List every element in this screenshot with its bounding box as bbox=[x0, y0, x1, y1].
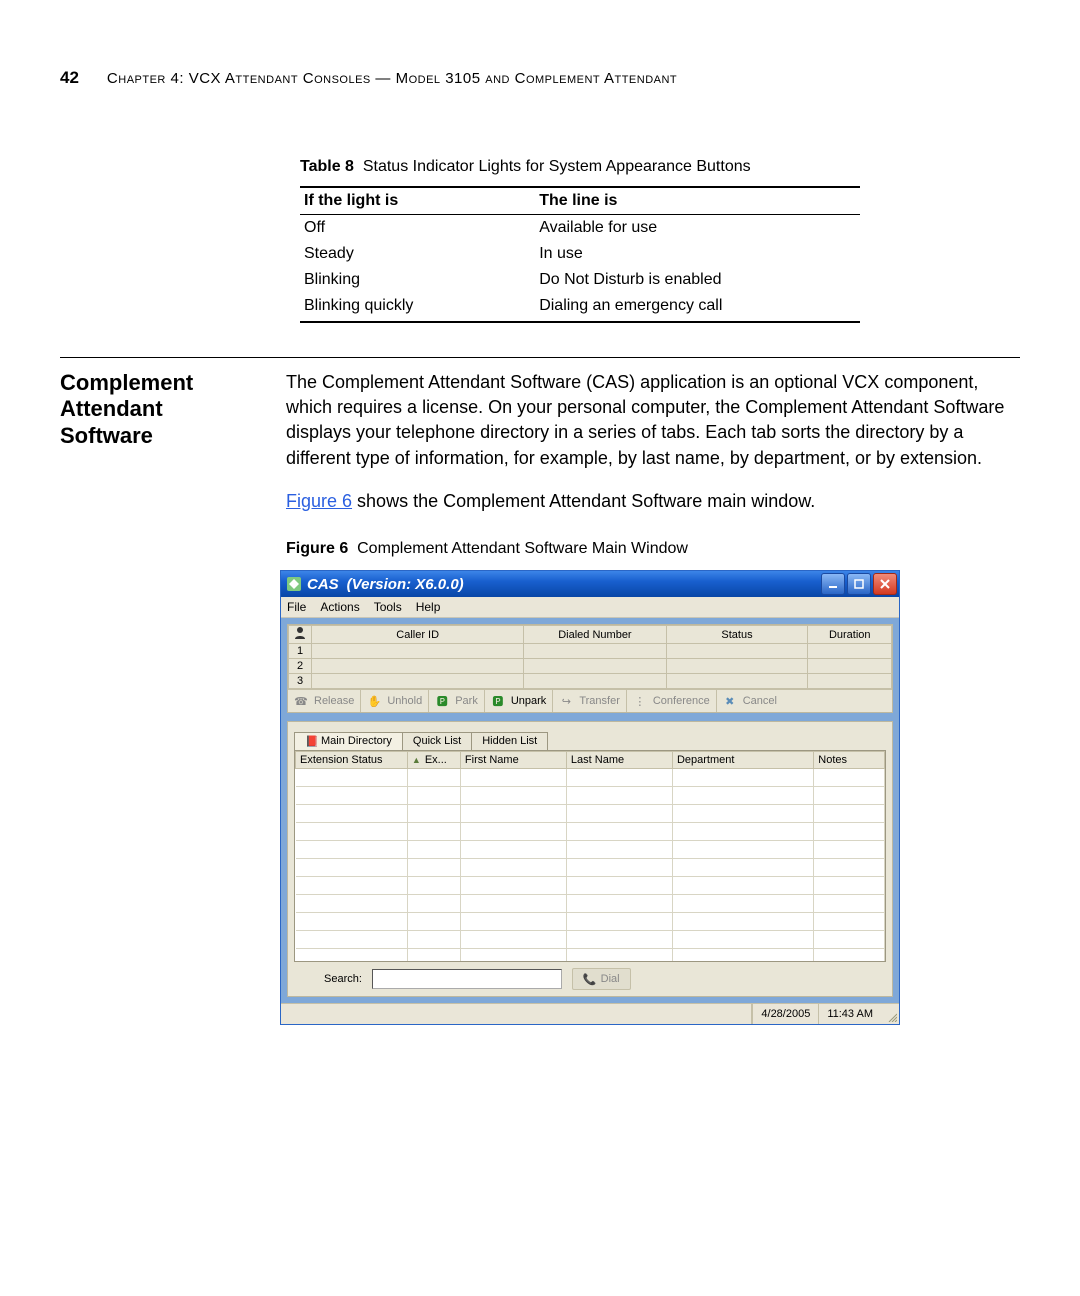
search-label: Search: bbox=[324, 973, 362, 985]
tab-main-directory[interactable]: 📕Main Directory bbox=[294, 732, 403, 750]
window-title-version: (Version: X6.0.0) bbox=[347, 576, 464, 593]
col-department[interactable]: Department bbox=[672, 752, 813, 769]
tab-hidden-list[interactable]: Hidden List bbox=[471, 732, 548, 750]
table-row: OffAvailable for use bbox=[300, 215, 860, 242]
table-row: SteadyIn use bbox=[300, 241, 860, 267]
table-row[interactable] bbox=[296, 859, 885, 877]
transfer-button[interactable]: ↪Transfer bbox=[553, 690, 627, 712]
section-para2: Figure 6 shows the Complement Attendant … bbox=[286, 489, 1020, 514]
divider bbox=[60, 357, 1020, 358]
col-duration[interactable]: Duration bbox=[808, 626, 892, 644]
table8: If the light is The line is OffAvailable… bbox=[300, 186, 860, 323]
tab-quick-list[interactable]: Quick List bbox=[402, 732, 472, 750]
col-last-name[interactable]: Last Name bbox=[566, 752, 672, 769]
table-row[interactable] bbox=[296, 913, 885, 931]
col-dialed-number[interactable]: Dialed Number bbox=[524, 626, 666, 644]
section-para1: The Complement Attendant Software (CAS) … bbox=[286, 370, 1020, 471]
unhold-button[interactable]: ✋Unhold bbox=[361, 690, 429, 712]
table8-caption: Table 8 Status Indicator Lights for Syst… bbox=[300, 158, 860, 176]
section-para2-after: shows the Complement Attendant Software … bbox=[352, 491, 815, 511]
figure6-caption-text: Complement Attendant Software Main Windo… bbox=[357, 540, 688, 557]
transfer-icon: ↪ bbox=[559, 694, 573, 708]
table-row[interactable]: 3 bbox=[289, 674, 892, 689]
dial-button[interactable]: 📞Dial bbox=[572, 968, 631, 990]
menu-file[interactable]: File bbox=[287, 600, 306, 614]
close-button[interactable] bbox=[873, 573, 897, 595]
figure6-caption: Figure 6 Complement Attendant Software M… bbox=[286, 538, 1020, 560]
table-row[interactable] bbox=[296, 769, 885, 787]
table-row: BlinkingDo Not Disturb is enabled bbox=[300, 267, 860, 293]
phone-down-icon: ☎ bbox=[294, 694, 308, 708]
menu-tools[interactable]: Tools bbox=[374, 600, 402, 614]
action-bar: ☎Release ✋Unhold 🅿Park 🅿Unpark ↪Transfer… bbox=[288, 689, 892, 712]
cancel-button[interactable]: ✖Cancel bbox=[717, 690, 783, 712]
status-bar: 4/28/2005 11:43 AM bbox=[281, 1003, 899, 1024]
table8-caption-label: Table 8 bbox=[300, 158, 354, 175]
sort-asc-icon: ▲ bbox=[412, 755, 421, 765]
release-button[interactable]: ☎Release bbox=[288, 690, 361, 712]
table-row[interactable] bbox=[296, 823, 885, 841]
hand-icon: ✋ bbox=[367, 694, 381, 708]
status-time: 11:43 AM bbox=[818, 1004, 881, 1024]
book-icon: 📕 bbox=[305, 735, 317, 747]
table-row[interactable] bbox=[296, 877, 885, 895]
app-icon bbox=[287, 577, 301, 591]
col-notes[interactable]: Notes bbox=[814, 752, 885, 769]
table8-caption-text: Status Indicator Lights for System Appea… bbox=[363, 158, 751, 175]
dial-icon: 📞 bbox=[583, 973, 597, 986]
table-row[interactable] bbox=[296, 895, 885, 913]
table-row[interactable]: 1 bbox=[289, 644, 892, 659]
table8-head-light: If the light is bbox=[300, 187, 535, 215]
conference-button[interactable]: ⋮Conference bbox=[627, 690, 717, 712]
directory-tabs: 📕Main Directory Quick List Hidden List bbox=[294, 728, 886, 750]
col-first-name[interactable]: First Name bbox=[460, 752, 566, 769]
table-row[interactable] bbox=[296, 931, 885, 949]
table-row[interactable]: 2 bbox=[289, 659, 892, 674]
person-icon bbox=[289, 626, 312, 644]
park-button[interactable]: 🅿Park bbox=[429, 690, 485, 712]
titlebar[interactable]: CAS (Version: X6.0.0) bbox=[281, 571, 899, 597]
col-status[interactable]: Status bbox=[666, 626, 808, 644]
conference-icon: ⋮ bbox=[633, 694, 647, 708]
menubar: File Actions Tools Help bbox=[281, 597, 899, 618]
cancel-icon: ✖ bbox=[723, 694, 737, 708]
table-row[interactable] bbox=[296, 805, 885, 823]
page-number: 42 bbox=[60, 68, 79, 88]
unpark-button[interactable]: 🅿Unpark bbox=[485, 690, 553, 712]
unpark-icon: 🅿 bbox=[491, 694, 505, 708]
calls-grid: Caller ID Dialed Number Status Duration … bbox=[288, 625, 892, 689]
figure6-link[interactable]: Figure 6 bbox=[286, 491, 352, 511]
window-title-app: CAS bbox=[307, 576, 339, 593]
table-row: Blinking quicklyDialing an emergency cal… bbox=[300, 293, 860, 322]
menu-actions[interactable]: Actions bbox=[320, 600, 359, 614]
chapter-header: Chapter 4: VCX Attendant Consoles — Mode… bbox=[107, 70, 677, 87]
directory-grid: Extension Status ▲Ex... First Name Last … bbox=[295, 751, 885, 962]
table-row[interactable] bbox=[296, 841, 885, 859]
search-input[interactable] bbox=[372, 969, 562, 989]
table8-head-line: The line is bbox=[535, 187, 860, 215]
col-extension-status[interactable]: Extension Status bbox=[296, 752, 408, 769]
status-date: 4/28/2005 bbox=[752, 1004, 818, 1024]
col-caller-id[interactable]: Caller ID bbox=[312, 626, 524, 644]
table-row[interactable] bbox=[296, 787, 885, 805]
resize-grip[interactable] bbox=[881, 1004, 899, 1024]
figure6-caption-label: Figure 6 bbox=[286, 540, 348, 557]
table-row[interactable] bbox=[296, 949, 885, 963]
menu-help[interactable]: Help bbox=[416, 600, 441, 614]
cas-window: CAS (Version: X6.0.0) File Actions Tools… bbox=[280, 570, 900, 1025]
park-icon: 🅿 bbox=[435, 694, 449, 708]
minimize-button[interactable] bbox=[821, 573, 845, 595]
col-ex[interactable]: ▲Ex... bbox=[407, 752, 460, 769]
section-heading: Complement Attendant Software bbox=[60, 370, 286, 570]
maximize-button[interactable] bbox=[847, 573, 871, 595]
